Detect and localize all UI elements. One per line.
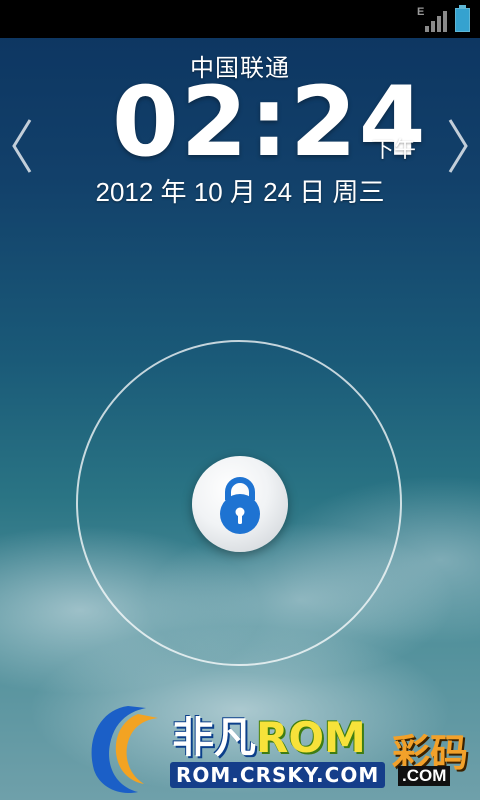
signal-icon: E xyxy=(417,6,447,32)
status-icons: E xyxy=(417,5,470,32)
watermark-title: 非凡ROM xyxy=(172,713,366,762)
unlock-handle[interactable] xyxy=(192,456,288,552)
watermark-logo: 非凡ROM 彩码 ROM.CRSKY.COM .COM xyxy=(80,700,480,800)
chevron-left-icon[interactable] xyxy=(10,116,34,176)
lock-icon xyxy=(220,477,260,534)
network-type-label: E xyxy=(417,6,425,18)
watermark-side-url: .COM xyxy=(398,766,451,786)
watermark-url: ROM.CRSKY.COM xyxy=(170,762,386,788)
battery-icon xyxy=(455,5,470,32)
date-label: 2012 年 10 月 24 日 周三 xyxy=(95,177,385,207)
chevron-right-icon[interactable] xyxy=(446,116,470,176)
status-bar: E xyxy=(0,0,480,38)
clock-ampm: 下午 xyxy=(372,137,417,162)
crsky-swoosh-icon xyxy=(91,706,158,794)
